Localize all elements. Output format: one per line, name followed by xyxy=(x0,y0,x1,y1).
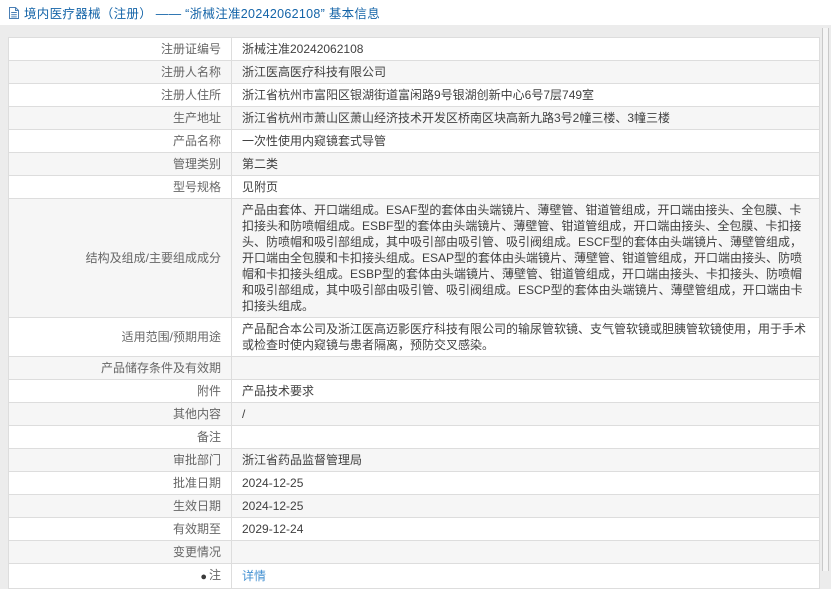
row-label: 注册人名称 xyxy=(8,60,232,84)
table-row: 型号规格 见附页 xyxy=(8,175,820,199)
table-row: 产品储存条件及有效期 xyxy=(8,356,820,380)
row-value: 浙江省杭州市萧山区萧山经济技术开发区桥南区块高新九路3号2幢三楼、3幢三楼 xyxy=(231,106,820,130)
row-value: 浙江省药品监督管理局 xyxy=(231,448,820,472)
table-row: 生产地址 浙江省杭州市萧山区萧山经济技术开发区桥南区块高新九路3号2幢三楼、3幢三… xyxy=(8,106,820,130)
vertical-scrollbar[interactable] xyxy=(822,28,829,571)
row-value: 产品由套体、开口端组成。ESAF型的套体由头端镜片、薄壁管、钳道管组成，开口端由… xyxy=(231,198,820,318)
details-link[interactable]: 详情 xyxy=(242,569,266,583)
row-value: 产品技术要求 xyxy=(231,379,820,403)
table-row: 结构及组成/主要组成成分 产品由套体、开口端组成。ESAF型的套体由头端镜片、薄壁… xyxy=(8,198,820,318)
row-label: 批准日期 xyxy=(8,471,232,495)
table-row: 变更情况 xyxy=(8,540,820,564)
table-row: 审批部门 浙江省药品监督管理局 xyxy=(8,448,820,472)
table-row: 有效期至 2029-12-24 xyxy=(8,517,820,541)
page-title: 境内医疗器械（注册） —— “浙械注准20242062108” 基本信息 xyxy=(24,7,381,21)
row-label-text: 注 xyxy=(208,568,221,582)
row-label: 产品储存条件及有效期 xyxy=(8,356,232,380)
row-label: 变更情况 xyxy=(8,540,232,564)
row-value: 详情 xyxy=(231,563,820,589)
row-value: 一次性使用内窥镜套式导管 xyxy=(231,129,820,153)
row-label: 审批部门 xyxy=(8,448,232,472)
row-value: 第二类 xyxy=(231,152,820,176)
table-row: 管理类别 第二类 xyxy=(8,152,820,176)
row-value: 浙江医高医疗科技有限公司 xyxy=(231,60,820,84)
table-row: 产品名称 一次性使用内窥镜套式导管 xyxy=(8,129,820,153)
table-row: ● 注详情 xyxy=(8,563,820,589)
table-row: 注册证编号 浙械注准20242062108 xyxy=(8,37,820,61)
row-value xyxy=(231,356,820,380)
row-label: 管理类别 xyxy=(8,152,232,176)
row-label: ● 注 xyxy=(8,563,232,589)
row-label: 生效日期 xyxy=(8,494,232,518)
table-row: 注册人住所 浙江省杭州市富阳区银湖街道富闲路9号银湖创新中心6号7层749室 xyxy=(8,83,820,107)
row-label: 附件 xyxy=(8,379,232,403)
row-value: 2024-12-25 xyxy=(231,471,820,495)
row-value: 产品配合本公司及浙江医高迈影医疗科技有限公司的输尿管软镜、支气管软镜或胆胰管软镜… xyxy=(231,317,820,357)
page-header: 境内医疗器械（注册） —— “浙械注准20242062108” 基本信息 xyxy=(0,0,831,25)
row-label: 注册证编号 xyxy=(8,37,232,61)
row-value: 见附页 xyxy=(231,175,820,199)
row-label: 型号规格 xyxy=(8,175,232,199)
row-value: 2029-12-24 xyxy=(231,517,820,541)
table-row: 其他内容 / xyxy=(8,402,820,426)
table-row: 批准日期 2024-12-25 xyxy=(8,471,820,495)
row-value xyxy=(231,540,820,564)
table-row: 备注 xyxy=(8,425,820,449)
row-label: 结构及组成/主要组成成分 xyxy=(8,198,232,318)
row-label: 生产地址 xyxy=(8,106,232,130)
row-value: 浙江省杭州市富阳区银湖街道富闲路9号银湖创新中心6号7层749室 xyxy=(231,83,820,107)
row-label: 其他内容 xyxy=(8,402,232,426)
row-label: 产品名称 xyxy=(8,129,232,153)
table-row: 附件 产品技术要求 xyxy=(8,379,820,403)
table-row: 适用范围/预期用途 产品配合本公司及浙江医高迈影医疗科技有限公司的输尿管软镜、支气… xyxy=(8,317,820,357)
row-label: 有效期至 xyxy=(8,517,232,541)
row-value: 浙械注准20242062108 xyxy=(231,37,820,61)
row-value xyxy=(231,425,820,449)
registration-info-table: 注册证编号 浙械注准20242062108 注册人名称 浙江医高医疗科技有限公司 注册人… xyxy=(8,37,820,589)
table-row: 注册人名称 浙江医高医疗科技有限公司 xyxy=(8,60,820,84)
row-label: 适用范围/预期用途 xyxy=(8,317,232,357)
table-row: 生效日期 2024-12-25 xyxy=(8,494,820,518)
row-label: 备注 xyxy=(8,425,232,449)
row-label: 注册人住所 xyxy=(8,83,232,107)
document-icon xyxy=(8,6,20,20)
row-value: / xyxy=(231,402,820,426)
note-icon: ● xyxy=(200,571,207,583)
row-value: 2024-12-25 xyxy=(231,494,820,518)
